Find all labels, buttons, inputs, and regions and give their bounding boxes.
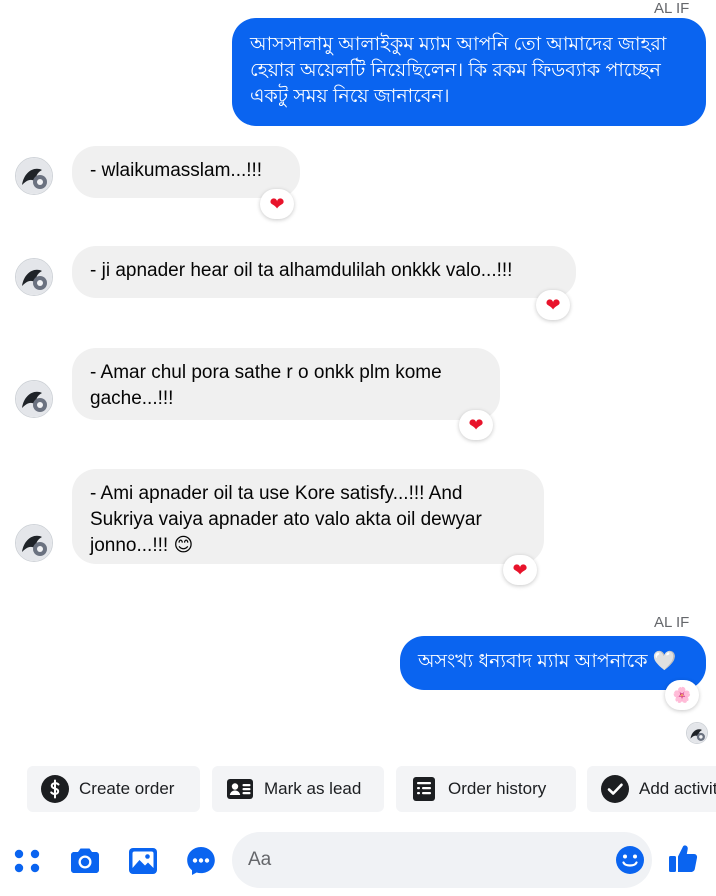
contact-avatar[interactable]: [15, 258, 53, 296]
contact-card-icon: [227, 779, 253, 799]
quick-actions-bar: Create order Mark as lead Order history …: [0, 766, 716, 814]
outgoing-message[interactable]: আসসালামু আলাইকুম ম্যাম আপনি তো আমাদের জা…: [232, 18, 706, 126]
contact-avatar[interactable]: [15, 157, 53, 195]
avatar-image: [16, 259, 52, 295]
heart-reaction[interactable]: ❤: [536, 290, 570, 320]
message-composer[interactable]: [232, 832, 652, 888]
order-history-label: Order history: [448, 779, 547, 798]
avatar-image: [16, 158, 52, 194]
receipt-icon: [413, 777, 435, 801]
create-order-label: Create order: [79, 779, 175, 798]
add-activity-button[interactable]: Add activity: [587, 766, 716, 812]
emoji-icon[interactable]: [614, 844, 646, 876]
gallery-icon[interactable]: [126, 844, 160, 878]
heart-reaction[interactable]: ❤: [459, 410, 493, 440]
mark-as-lead-button[interactable]: Mark as lead: [212, 766, 384, 812]
outgoing-message[interactable]: অসংখ্য ধন্যবাদ ম্যাম আপনাকে 🤍: [400, 636, 706, 690]
order-history-button[interactable]: Order history: [396, 766, 576, 812]
heart-reaction[interactable]: ❤: [260, 189, 294, 219]
mark-as-lead-label: Mark as lead: [264, 779, 362, 798]
create-order-button[interactable]: Create order: [27, 766, 200, 812]
checkmark-circle-icon: [601, 775, 629, 803]
incoming-message[interactable]: - wlaikumasslam...!!!: [72, 146, 300, 198]
incoming-message[interactable]: - Ami apnader oil ta use Kore satisfy...…: [72, 469, 544, 564]
heart-icon: ❤: [512, 559, 528, 580]
avatar-image: [16, 381, 52, 417]
dollar-icon: [41, 775, 69, 803]
sender-name: AL IF: [654, 0, 690, 17]
heart-icon: ❤: [545, 294, 561, 315]
incoming-message[interactable]: - ji apnader hear oil ta alhamdulilah on…: [72, 246, 576, 298]
camera-icon[interactable]: [68, 844, 102, 878]
apps-icon[interactable]: [10, 844, 44, 878]
contact-avatar[interactable]: [15, 380, 53, 418]
seen-receipt-avatar: [686, 722, 708, 744]
sender-name: AL IF: [654, 614, 690, 631]
messenger-icon[interactable]: [184, 844, 218, 878]
heart-reaction[interactable]: ❤: [503, 555, 537, 585]
avatar-image: [16, 525, 52, 561]
avatar-image: [687, 723, 707, 743]
thumbs-up-icon[interactable]: [666, 842, 700, 876]
flower-icon: 🌸: [672, 687, 692, 704]
message-input[interactable]: [248, 832, 608, 888]
heart-icon: ❤: [269, 193, 285, 214]
flower-reaction[interactable]: 🌸: [665, 680, 699, 710]
contact-avatar[interactable]: [15, 524, 53, 562]
heart-icon: ❤: [468, 414, 484, 435]
incoming-message[interactable]: - Amar chul pora sathe r o onkk plm kome…: [72, 348, 500, 420]
composer-bar: [0, 826, 716, 896]
add-activity-label: Add activity: [639, 779, 716, 798]
